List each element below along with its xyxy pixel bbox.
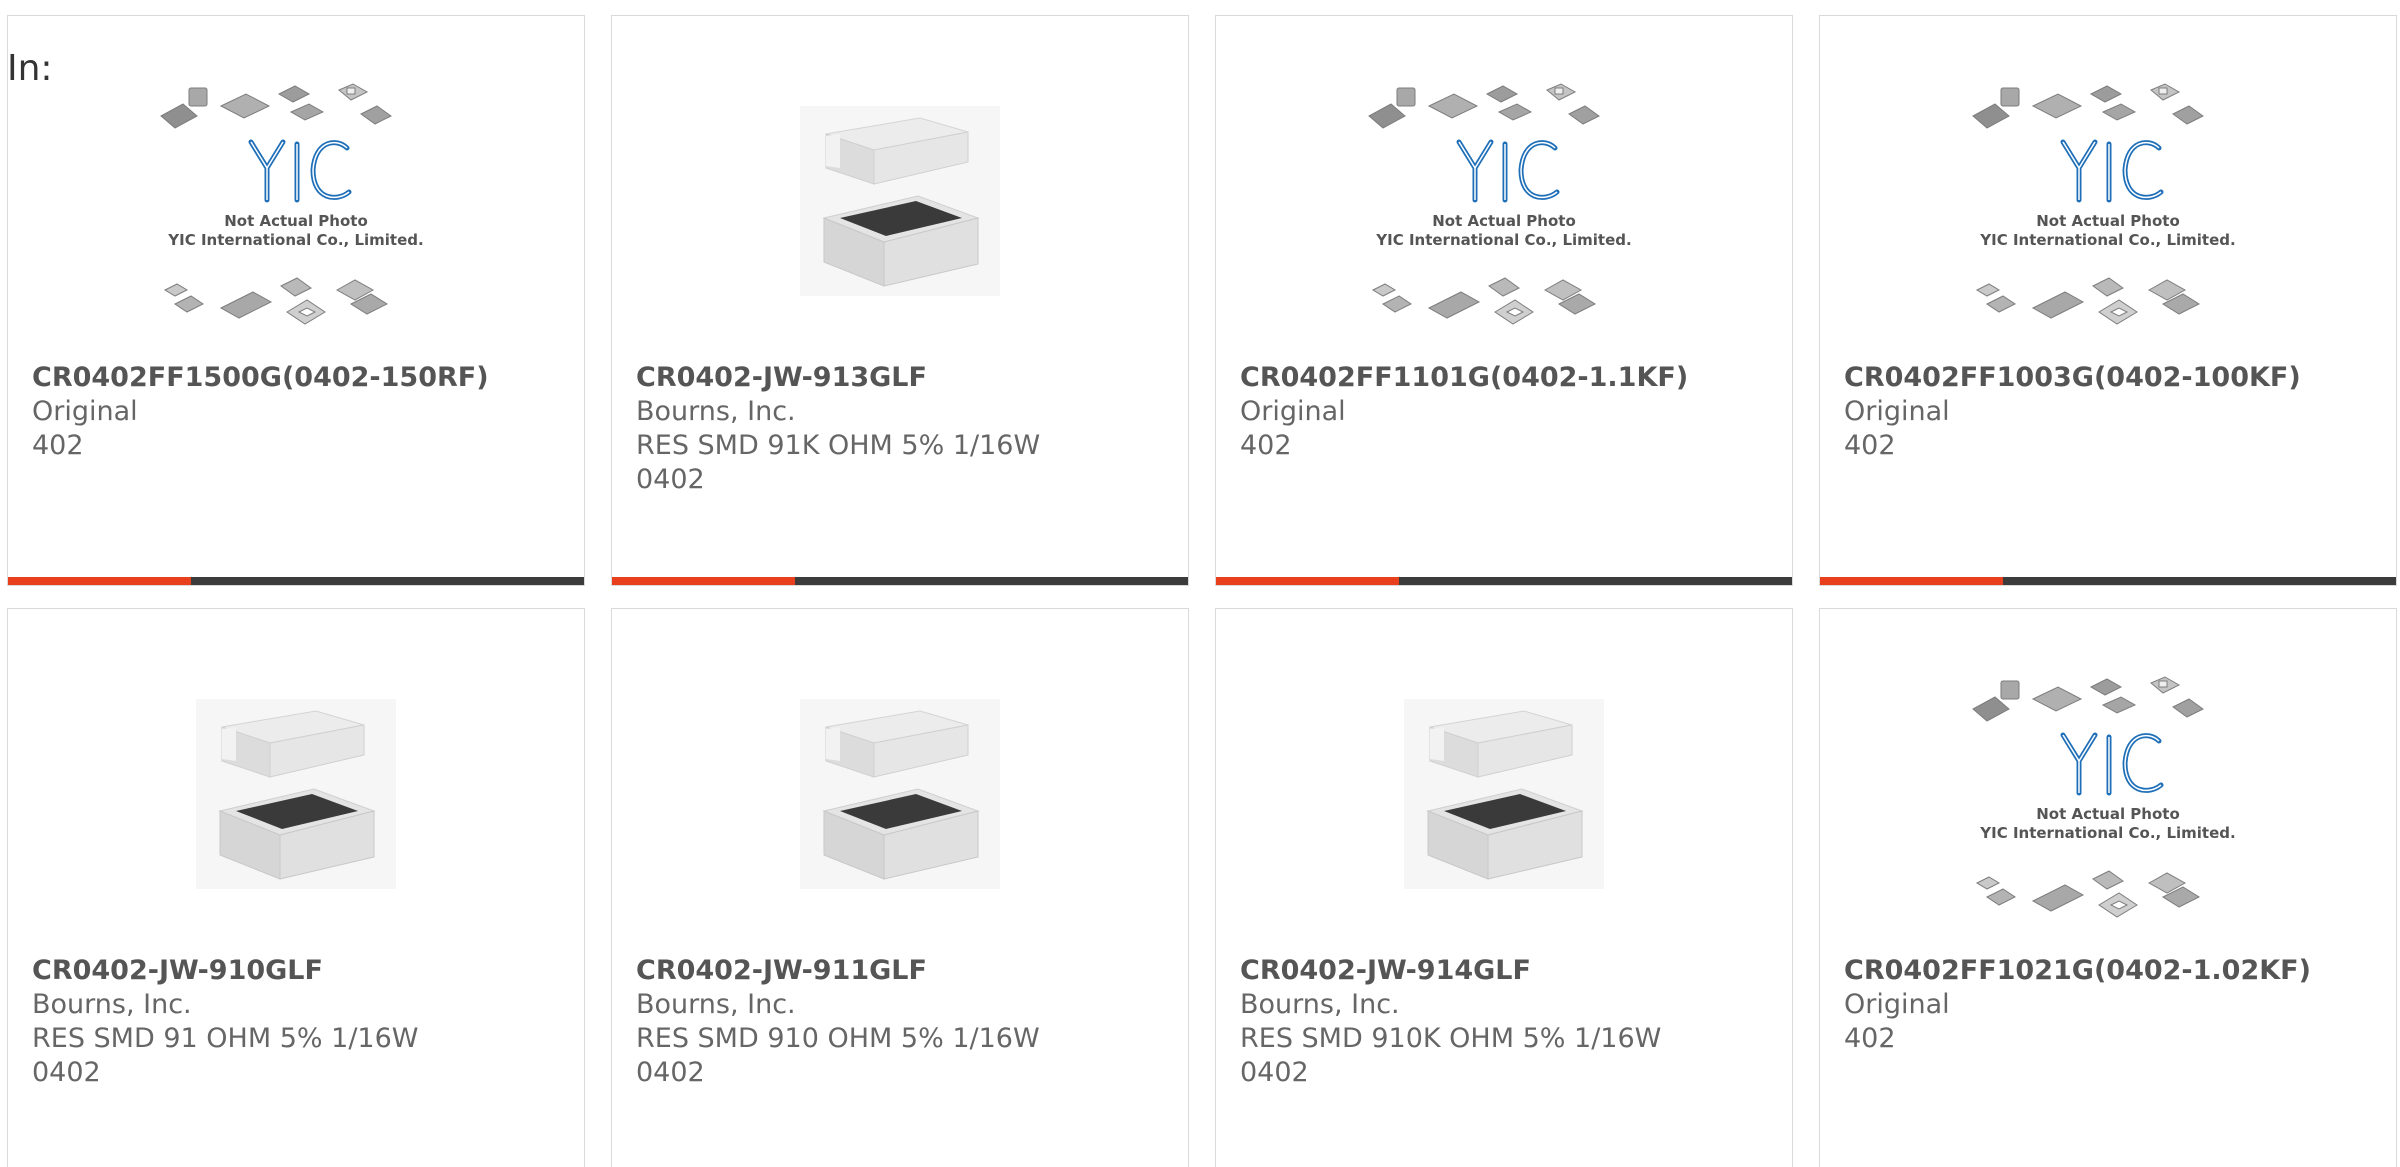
product-card[interactable]: Not Actual Photo YIC International Co., … [1819, 15, 2397, 586]
part-number[interactable]: CR0402-JW-911GLF [636, 954, 1168, 988]
package: 0402 [636, 464, 705, 495]
package: 0402 [636, 1057, 705, 1088]
description: 402 [32, 430, 84, 461]
package: 0402 [32, 1057, 101, 1088]
description: RES SMD 910 OHM 5% 1/16W [636, 1023, 1040, 1054]
product-thumbnail: Not Actual Photo YIC International Co., … [8, 36, 584, 366]
product-card[interactable]: CR0402-JW-910GLF Bourns, Inc. RES SMD 91… [7, 608, 585, 1167]
product-thumbnail [1216, 629, 1792, 959]
part-number[interactable]: CR0402-JW-910GLF [32, 954, 564, 988]
part-number[interactable]: CR0402FF1500G(0402-150RF) [32, 361, 564, 395]
description: RES SMD 91K OHM 5% 1/16W [636, 430, 1041, 461]
not-actual-photo-placeholder: Not Actual Photo YIC International Co., … [1972, 83, 2236, 325]
manufacturer: Original [1240, 396, 1346, 427]
description: 402 [1844, 430, 1896, 461]
manufacturer: Bourns, Inc. [1240, 989, 1400, 1020]
product-thumbnail [612, 36, 1188, 366]
description: 402 [1844, 1023, 1896, 1054]
card-bottom-bar [1216, 577, 1792, 585]
card-accent-bar [1820, 577, 2003, 585]
placeholder-line2: YIC International Co., Limited. [1375, 231, 1631, 249]
not-actual-photo-placeholder: Not Actual Photo YIC International Co., … [1368, 83, 1632, 325]
description: RES SMD 910K OHM 5% 1/16W [1240, 1023, 1662, 1054]
part-number[interactable]: CR0402FF1003G(0402-100KF) [1844, 361, 2376, 395]
placeholder-line1: Not Actual Photo [1432, 212, 1576, 230]
placeholder-line2: YIC International Co., Limited. [167, 231, 423, 249]
card-bottom-bar [1820, 577, 2396, 585]
product-thumbnail: Not Actual Photo YIC International Co., … [1820, 36, 2396, 366]
manufacturer: Bourns, Inc. [636, 396, 796, 427]
product-card[interactable]: Not Actual Photo YIC International Co., … [7, 15, 585, 586]
resistor-chip-image [196, 699, 396, 889]
part-number[interactable]: CR0402FF1021G(0402-1.02KF) [1844, 954, 2376, 988]
product-card[interactable]: CR0402-JW-911GLF Bourns, Inc. RES SMD 91… [611, 608, 1189, 1167]
product-thumbnail: Not Actual Photo YIC International Co., … [1820, 629, 2396, 959]
placeholder-line1: Not Actual Photo [2036, 212, 2180, 230]
product-thumbnail: Not Actual Photo YIC International Co., … [1216, 36, 1792, 366]
placeholder-line1: Not Actual Photo [224, 212, 368, 230]
part-number[interactable]: CR0402-JW-914GLF [1240, 954, 1772, 988]
manufacturer: Bourns, Inc. [32, 989, 192, 1020]
card-bottom-bar [8, 577, 584, 585]
manufacturer: Bourns, Inc. [636, 989, 796, 1020]
product-thumbnail [612, 629, 1188, 959]
manufacturer: Original [1844, 396, 1950, 427]
description: 402 [1240, 430, 1292, 461]
product-thumbnail [8, 629, 584, 959]
placeholder-line2: YIC International Co., Limited. [1979, 824, 2235, 842]
manufacturer: Original [1844, 989, 1950, 1020]
card-accent-bar [612, 577, 795, 585]
package: 0402 [1240, 1057, 1309, 1088]
resistor-chip-image [800, 699, 1000, 889]
placeholder-line2: YIC International Co., Limited. [1979, 231, 2235, 249]
manufacturer: Original [32, 396, 138, 427]
card-bottom-bar [612, 577, 1188, 585]
placeholder-line1: Not Actual Photo [2036, 805, 2180, 823]
part-number[interactable]: CR0402-JW-913GLF [636, 361, 1168, 395]
card-accent-bar [8, 577, 191, 585]
product-card[interactable]: CR0402-JW-913GLF Bourns, Inc. RES SMD 91… [611, 15, 1189, 586]
part-number[interactable]: CR0402FF1101G(0402-1.1KF) [1240, 361, 1772, 395]
product-card[interactable]: Not Actual Photo YIC International Co., … [1819, 608, 2397, 1167]
in-label: In: [7, 48, 53, 89]
not-actual-photo-placeholder: Not Actual Photo YIC International Co., … [160, 83, 424, 325]
card-accent-bar [1216, 577, 1399, 585]
not-actual-photo-placeholder: Not Actual Photo YIC International Co., … [1972, 676, 2236, 918]
resistor-chip-image [1404, 699, 1604, 889]
resistor-chip-image [800, 106, 1000, 296]
description: RES SMD 91 OHM 5% 1/16W [32, 1023, 419, 1054]
product-card[interactable]: Not Actual Photo YIC International Co., … [1215, 15, 1793, 586]
page: In: Not Actual Photo YIC International C… [0, 0, 2400, 1167]
product-grid: Not Actual Photo YIC International Co., … [7, 15, 2399, 1167]
product-card[interactable]: CR0402-JW-914GLF Bourns, Inc. RES SMD 91… [1215, 608, 1793, 1167]
